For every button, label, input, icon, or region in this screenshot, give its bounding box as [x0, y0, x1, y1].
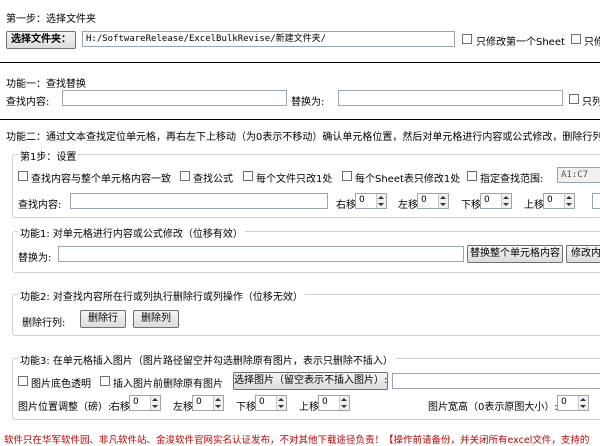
image-pos-label: 图片位置调整（磅）: [18, 402, 112, 413]
one-per-file-label: 每个文件只改1处 [256, 174, 333, 185]
feature1-only-label: 只列 [582, 97, 600, 108]
transparent-checkbox[interactable] [18, 376, 28, 386]
img-left-spinner[interactable]: 0 [192, 395, 224, 411]
match-whole-label: 查找内容与整个单元格内容一致 [31, 174, 171, 185]
delete-rowcol-label: 删除行列: [22, 318, 66, 329]
up-move-spinner[interactable]: 0 [543, 193, 575, 209]
folder-path-field[interactable]: H:/SoftwareRelease/ExcelBulkRevise/新建文件夹… [82, 31, 455, 47]
feature1-replace-label: 替换为: [291, 97, 325, 108]
img-up-label: 上移 [299, 402, 319, 413]
find-formula-checkbox[interactable] [180, 171, 190, 181]
down-move-label: 下移 [461, 200, 481, 211]
up-move-label: 上移 [524, 200, 544, 211]
func1-title: 功能1: 对单元格进行内容或公式修改（位移有效） [18, 225, 245, 240]
select-image-button[interactable]: 选择图片（留空表示不插入图片）: [233, 372, 388, 390]
feature2-title: 功能二：通过文本查找定位单元格，再右左下上移动（为0表示不移动）确认单元格位置，… [6, 132, 600, 143]
replace-whole-cell-button[interactable]: 替换整个单元格内容 [467, 245, 563, 263]
delete-existing-checkbox[interactable] [100, 376, 110, 386]
transparent-label: 图片底色透明 [31, 379, 91, 390]
img-left-label: 左移 [173, 402, 193, 413]
delete-existing-label: 插入图片前删除原有图片 [113, 379, 223, 390]
match-whole-checkbox[interactable] [18, 171, 28, 181]
one-per-file-checkbox[interactable] [243, 171, 253, 181]
img-down-spinner[interactable]: 0 [255, 395, 287, 411]
select-folder-button[interactable]: 选择文件夹： [6, 31, 76, 49]
step1-find-input[interactable] [70, 193, 328, 209]
img-size-label: 图片宽高（0表示原图大小）: [428, 402, 558, 413]
range-checkbox[interactable] [467, 171, 477, 181]
left-move-label: 左移 [398, 200, 418, 211]
feature1-replace-input[interactable] [338, 90, 563, 106]
delete-column-button[interactable]: 删除列 [133, 310, 179, 328]
one-per-sheet-label: 每个Sheet表只修改1处 [355, 174, 461, 185]
only-label: 只修 [584, 37, 600, 48]
feature1-only-checkbox[interactable] [569, 94, 579, 104]
feature1-find-label: 查找内容: [6, 97, 50, 108]
modify-button[interactable]: 修改内 [566, 245, 600, 263]
down-move-spinner[interactable]: 0 [480, 193, 512, 209]
img-right-spinner[interactable]: 0 [129, 395, 161, 411]
img-up-spinner[interactable]: 0 [318, 395, 350, 411]
img-right-label: 右移 [110, 402, 130, 413]
settings-group-title: 第1步：设置 [18, 148, 79, 163]
only-first-sheet-checkbox[interactable] [462, 34, 472, 44]
delete-row-button[interactable]: 删除行 [80, 310, 126, 328]
one-per-sheet-checkbox[interactable] [342, 171, 352, 181]
divider [0, 119, 600, 120]
func1-replace-input[interactable] [58, 246, 464, 262]
left-move-spinner[interactable]: 0 [417, 193, 449, 209]
range-input[interactable]: A1:C7 [557, 167, 600, 183]
range-label: 指定查找范围: [480, 174, 544, 185]
only-checkbox[interactable] [571, 34, 581, 44]
func1-replace-label: 替换为: [18, 253, 52, 264]
divider [0, 62, 600, 63]
only-first-sheet-label: 只修改第一个Sheet [476, 37, 565, 48]
step1-find-label: 查找内容: [18, 200, 62, 211]
img-down-label: 下移 [236, 402, 256, 413]
right-move-spinner[interactable]: 0 [355, 193, 387, 209]
image-path-field[interactable] [392, 373, 600, 389]
step1-title: 第一步：选择文件夹 [6, 14, 96, 25]
feature1-title: 功能一：查找替换 [6, 79, 86, 90]
extra-field[interactable] [592, 193, 600, 209]
find-formula-label: 查找公式 [193, 174, 233, 185]
func3-title: 功能3: 在单元格插入图片（图片路径留空并勾选删除原有图片，表示只删除不插入） [18, 352, 395, 367]
img-size-spinner[interactable]: 0 [557, 395, 589, 411]
right-move-label: 右移 [336, 200, 356, 211]
feature1-find-input[interactable] [62, 90, 287, 106]
footer-notice: 软件只在华军软件园、非凡软件站、金浚软件官网实名认证发布，不对其他下载途径负责！… [4, 435, 590, 446]
func2-title: 功能2: 对查找内容所在行或列执行删除行或列操作（位移无效） [18, 288, 305, 303]
